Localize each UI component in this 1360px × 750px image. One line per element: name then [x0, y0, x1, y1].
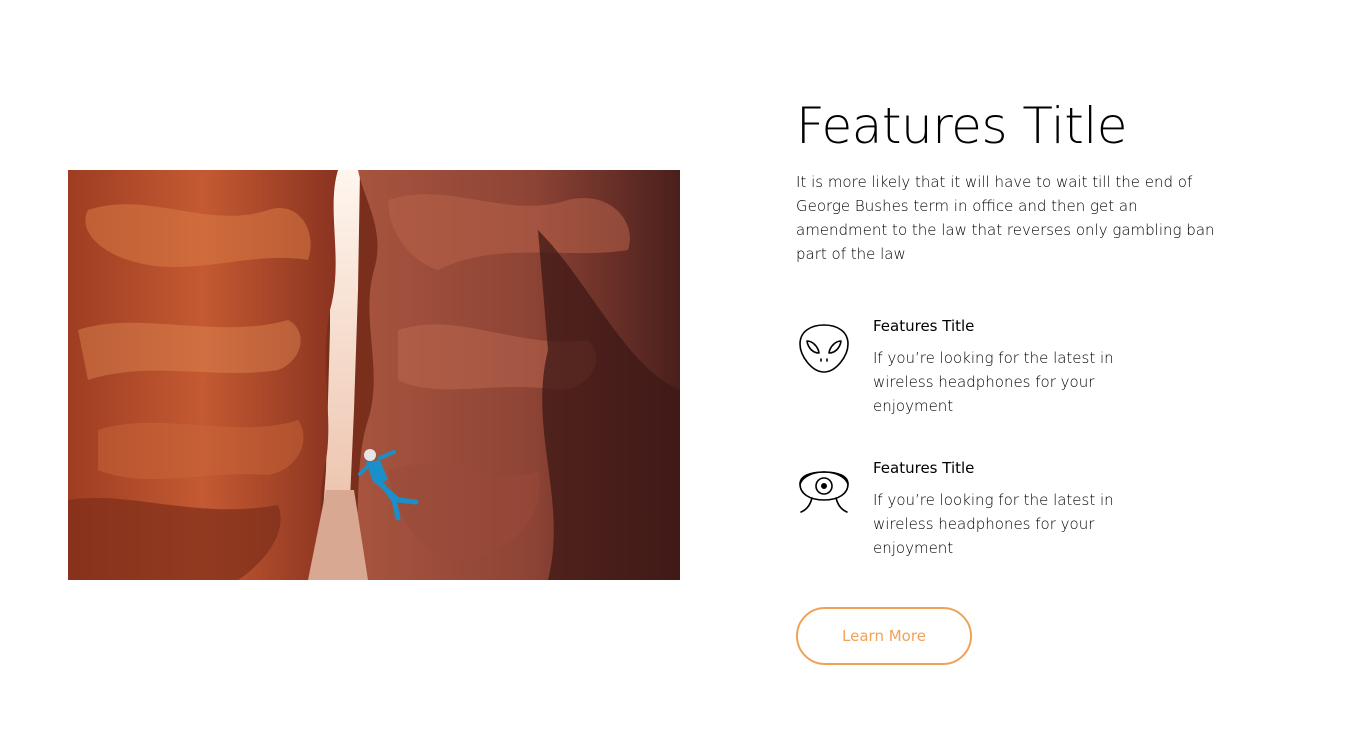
feature-title: Features Title: [873, 459, 975, 477]
canyon-climber-image: [68, 170, 680, 580]
feature-item: Features Title If you’re looking for the…: [796, 456, 1236, 557]
features-section: Features Title It is more likely that it…: [0, 0, 1360, 750]
feature-title: Features Title: [873, 317, 975, 335]
eye-robot-icon: [796, 462, 852, 518]
learn-more-button[interactable]: Learn More: [796, 607, 972, 665]
feature-description: If you’re looking for the latest in wire…: [873, 491, 1114, 557]
features-content: Features Title It is more likely that it…: [796, 96, 1236, 665]
alien-icon: [796, 320, 852, 376]
page-title: Features Title: [796, 97, 1128, 155]
intro-description: It is more likely that it will have to w…: [796, 173, 1215, 263]
feature-description: If you’re looking for the latest in wire…: [873, 349, 1114, 415]
feature-item: Features Title If you’re looking for the…: [796, 314, 1236, 415]
